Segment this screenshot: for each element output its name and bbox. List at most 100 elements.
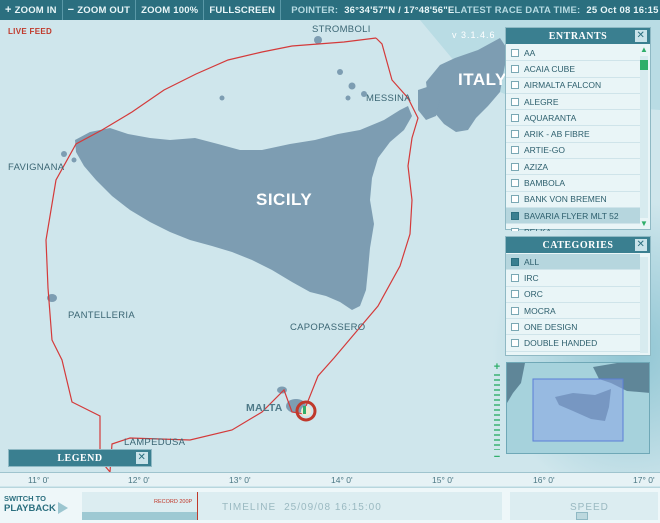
axis-tick-label: 12° 0' [128, 475, 150, 485]
entrant-list-item[interactable]: ACAIA CUBE [506, 61, 640, 78]
boat-flag [303, 406, 306, 414]
scroll-up-icon[interactable]: ▲ [640, 46, 648, 54]
zoom-out-label: ZOOM OUT [77, 4, 131, 16]
zoom-in-label: ZOOM IN [14, 4, 57, 16]
entrant-item-label: BANK VON BREMEN [524, 194, 607, 205]
categories-panel: CATEGORIES ✕ ALL IRC ORC MOCRA ONE DESIGN DOU… [505, 236, 651, 356]
entrant-item-label: ARTIE-GO [524, 145, 565, 156]
checkbox[interactable] [511, 306, 519, 315]
category-item-label: DOUBLE HANDED [524, 338, 598, 349]
entrants-list: AA ACAIA CUBE AIRMALTA FALCON ALEGRE AQUARAN… [506, 45, 640, 231]
timeline-slider[interactable]: RECORD 200P TIMELINE 25/09/08 16:15:00 [82, 492, 502, 520]
checkbox[interactable] [511, 130, 519, 139]
switch-line2: PLAYBACK [4, 503, 56, 514]
zoom-100-label: ZOOM 100% [141, 4, 199, 16]
category-list-item[interactable]: IRC [506, 270, 640, 287]
checkbox[interactable] [511, 322, 519, 331]
axis-tick-label: 13° 0' [229, 475, 251, 485]
category-list-item[interactable]: ORC [506, 287, 640, 303]
checkbox[interactable] [511, 227, 519, 231]
category-list-item[interactable]: ALL [506, 254, 640, 271]
aeolian-island [345, 95, 351, 101]
minimap-canvas [507, 363, 649, 453]
entrant-list-item[interactable]: ARIK - AB FIBRE [506, 126, 640, 143]
entrant-list-item[interactable]: ALEGRE [506, 94, 640, 111]
fullscreen-button[interactable]: FULLSCREEN [204, 0, 282, 20]
axis-tick-label: 15° 0' [432, 475, 454, 485]
checkbox[interactable] [511, 273, 519, 282]
stromboli-island [314, 36, 322, 44]
place-sicily: SICILY [256, 190, 313, 209]
category-item-label: IRC [524, 272, 539, 283]
zoom-in-button[interactable]: + ZOOM IN [0, 0, 63, 20]
checkbox[interactable] [511, 257, 519, 266]
checkbox[interactable] [511, 64, 519, 73]
categories-list: ALL IRC ORC MOCRA ONE DESIGN DOUBLE HANDED [506, 254, 640, 356]
play-icon[interactable] [58, 502, 68, 514]
checkbox[interactable] [511, 179, 519, 188]
zoom-slider[interactable]: + − [492, 362, 502, 463]
timeline-handle[interactable] [197, 492, 198, 520]
entrant-list-item[interactable]: AA [506, 45, 640, 62]
checkbox[interactable] [511, 195, 519, 204]
checkbox[interactable] [511, 113, 519, 122]
switch-to-playback-button[interactable]: SWITCH TO PLAYBACK [0, 494, 56, 522]
checkbox[interactable] [511, 48, 519, 57]
legend-header: LEGEND ✕ [9, 450, 151, 466]
speed-handle[interactable] [576, 512, 588, 520]
zoom-plus-icon[interactable]: + [492, 362, 502, 373]
close-icon[interactable]: ✕ [635, 239, 647, 251]
entrants-panel: ENTRANTS ✕ AA ACAIA CUBE AIRMALTA FALCON AL… [505, 27, 651, 231]
axis-tick-label: 17° 0' [633, 475, 655, 485]
axis-tick-label: 16° 0' [533, 475, 555, 485]
entrant-list-item[interactable]: BELKA [506, 224, 640, 231]
entrant-list-item[interactable]: AZIZA [506, 159, 640, 176]
category-list-item[interactable]: DOUBLE HANDED [506, 335, 640, 352]
entrant-list-item[interactable]: BANK VON BREMEN [506, 192, 640, 208]
entrant-item-label: BELKA [524, 227, 551, 231]
place-favignana: FAVIGNANA [8, 162, 65, 173]
zoom-minus-icon[interactable]: − [492, 452, 502, 463]
fullscreen-label: FULLSCREEN [209, 4, 276, 16]
entrant-item-label: AQUARANTA [524, 112, 577, 123]
category-list-item[interactable]: MOCRA [506, 303, 640, 320]
entrant-list-item[interactable]: BAVARIA FLYER MLT 52 [506, 207, 640, 225]
checkbox[interactable] [511, 162, 519, 171]
race-time-label: LATEST RACE DATA TIME: [454, 4, 581, 16]
entrants-scrollbar[interactable] [640, 56, 648, 218]
legend-panel[interactable]: LEGEND ✕ [8, 449, 152, 467]
entrant-item-label: AZIZA [524, 161, 549, 172]
checkbox[interactable] [511, 339, 519, 348]
aeolian-island [348, 82, 356, 90]
category-list-item[interactable]: ONE DESIGN [506, 319, 640, 336]
entrant-item-label: AIRMALTA FALCON [524, 80, 602, 91]
switch-line1: SWITCH TO [4, 494, 46, 503]
race-data-time: LATEST RACE DATA TIME: 25 Oct 08 16:15 CE… [454, 5, 660, 16]
entrant-list-item[interactable]: ARTIE-GO [506, 143, 640, 160]
entrant-item-label: ALEGRE [524, 96, 559, 107]
entrants-scroll-thumb[interactable] [640, 60, 648, 70]
timeline-progress [82, 512, 197, 520]
categories-scrollbar[interactable] [640, 257, 648, 353]
checkbox[interactable] [511, 81, 519, 90]
toolbar: + ZOOM IN − ZOOM OUT ZOOM 100% FULLSCREEN … [0, 0, 660, 20]
checkbox[interactable] [511, 211, 519, 220]
overview-minimap[interactable] [506, 362, 650, 454]
aeolian-island [337, 69, 343, 75]
checkbox[interactable] [511, 290, 519, 299]
speed-slider[interactable]: SPEED [510, 492, 658, 520]
entrant-list-item[interactable]: BAMBOLA [506, 175, 640, 192]
checkbox[interactable] [511, 146, 519, 155]
close-icon[interactable]: ✕ [136, 452, 148, 464]
checkbox[interactable] [511, 97, 519, 106]
zoom-100-button[interactable]: ZOOM 100% [136, 0, 205, 20]
axis-tick-label: 14° 0' [331, 475, 353, 485]
zoom-track[interactable] [494, 374, 500, 450]
entrants-header: ENTRANTS ✕ [506, 28, 650, 44]
zoom-out-button[interactable]: − ZOOM OUT [63, 0, 137, 20]
place-pantelleria: PANTELLERIA [68, 310, 136, 321]
close-icon[interactable]: ✕ [635, 30, 647, 42]
entrant-list-item[interactable]: AIRMALTA FALCON [506, 78, 640, 94]
entrant-list-item[interactable]: AQUARANTA [506, 110, 640, 127]
scroll-down-icon[interactable]: ▼ [640, 220, 648, 228]
